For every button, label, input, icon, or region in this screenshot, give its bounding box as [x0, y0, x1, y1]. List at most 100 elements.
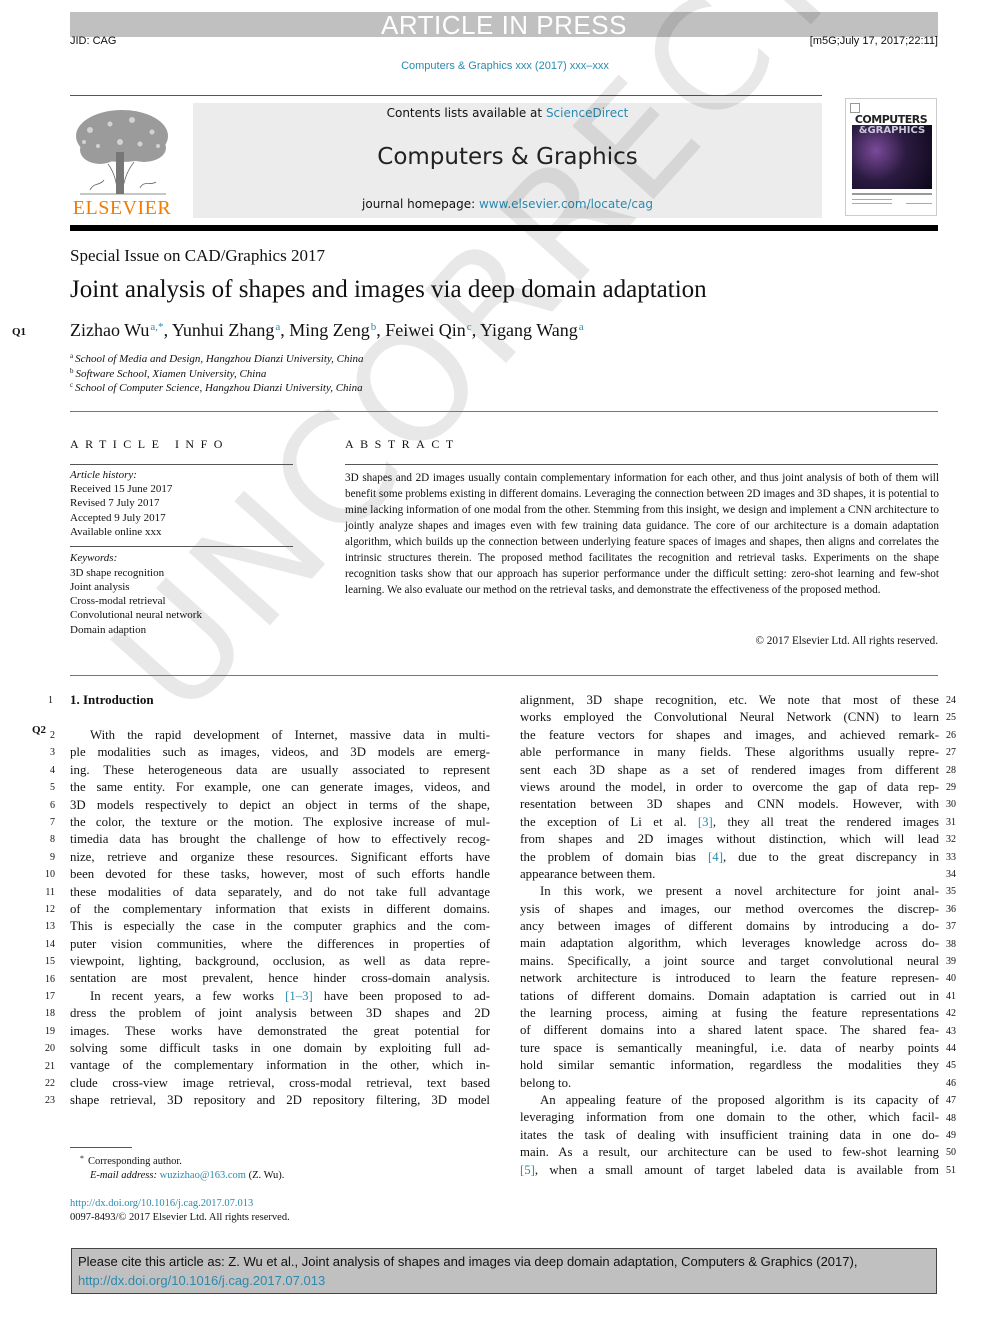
line-number: 1 [48, 695, 53, 706]
line-number: 19 [45, 1025, 55, 1037]
section-heading: 1. Introduction [70, 692, 154, 707]
line-number: 46 [946, 1077, 956, 1089]
text-line: alignment, 3D shape recognition, etc. We… [520, 692, 939, 709]
email-label: E-mail address: [90, 1170, 160, 1181]
sciencedirect-link[interactable]: ScienceDirect [546, 106, 628, 120]
divider [70, 411, 938, 412]
text-line: ture space is semantically meaningful, i… [520, 1040, 939, 1057]
corresponding-author-note: * Corresponding author. [80, 1154, 182, 1167]
author-affil-link[interactable]: a,* [150, 321, 163, 333]
text-line: With the rapid development of Internet, … [70, 727, 490, 744]
line-number: 9 [50, 851, 55, 863]
text-line: been devoted for these tasks, however, m… [70, 866, 490, 883]
line-text: ture space is semantically meaningful, i… [520, 1040, 939, 1055]
author: Yunhui Zhanga, [172, 320, 289, 340]
cite-doi-link[interactable]: http://dx.doi.org/10.1016/j.cag.2017.07.… [78, 1273, 325, 1288]
footnote-mark: * [80, 1154, 84, 1163]
line-number: 26 [946, 729, 956, 741]
line-number: 6 [50, 799, 55, 811]
author: Ming Zengb, [289, 320, 385, 340]
affiliation-text: Software School, Xiamen University, Chin… [75, 368, 267, 380]
line-text: An appealing feature of the proposed alg… [540, 1092, 939, 1107]
text-line: of different domains into a shared laten… [520, 1022, 939, 1039]
line-number: 23 [45, 1095, 55, 1107]
text-line: the color, the texture or the motion. Th… [70, 814, 490, 831]
line-number: 51 [946, 1164, 956, 1176]
text-line: clude cross-view image retrieval, cross-… [70, 1075, 490, 1092]
text-line: dress the problem of joint analysis betw… [70, 1005, 490, 1022]
keywords-label: Keywords: [70, 552, 118, 564]
citation-link[interactable]: [3] [698, 815, 713, 829]
line-text: the same entity. For example, one can ge… [70, 780, 490, 795]
affiliation-b: b Software School, Xiamen University, Chi… [70, 367, 266, 380]
line-text: sent each 3D shape as a set of rendered … [520, 762, 939, 777]
line-number: 27 [946, 747, 956, 759]
line-number: 41 [946, 990, 956, 1002]
citation-link[interactable]: [4] [708, 850, 723, 864]
masthead-rule [70, 95, 822, 96]
line-number: 24 [946, 695, 956, 706]
footnote-text: Corresponding author. [88, 1156, 182, 1167]
line-text: images. These works have demonstrated th… [70, 1023, 490, 1038]
affiliation-key: a [70, 352, 74, 360]
citation-link[interactable]: [1–3] [285, 989, 313, 1003]
divider [70, 675, 938, 676]
cover-artwork: &GRAPHICS [852, 125, 932, 189]
build-stamp: [m5G;July 17, 2017;22:11] [809, 35, 938, 47]
line-text: network architecture is introduced to le… [520, 971, 939, 986]
text-line: An appealing feature of the proposed alg… [520, 1092, 939, 1109]
line-number: 11 [45, 886, 55, 898]
line-number: 16 [45, 973, 55, 985]
text-line: tations of different domains. Domain ada… [520, 988, 939, 1005]
keyword: Convolutional neural network [70, 609, 202, 621]
author-name: Yigang Wang [480, 320, 578, 340]
line-text: the exception of Li et al. [520, 814, 698, 829]
line-text: nize, retrieve and organize these resour… [70, 849, 490, 864]
line-number: 13 [45, 921, 55, 933]
text-line: the feature vectors for shapes and image… [520, 727, 939, 744]
author-affil-link[interactable]: a [579, 321, 584, 333]
email-link[interactable]: wuzizhao@163.com [160, 1170, 246, 1181]
line-text: dress the problem of joint analysis betw… [70, 1006, 490, 1021]
journal-reference[interactable]: Computers & Graphics xxx (2017) xxx–xxx [0, 60, 992, 72]
line-number: 10 [45, 869, 55, 881]
line-text: the learning process, aiming at fusing t… [520, 1006, 939, 1021]
line-text: resentation between 3D shapes and CNN mo… [520, 797, 939, 812]
line-text: In recent years, a few works [90, 988, 286, 1003]
line-number: 47 [946, 1095, 956, 1107]
text-line: the exception of Li et al. [3], they all… [520, 814, 939, 831]
line-number: 43 [946, 1025, 956, 1037]
line-number: 15 [45, 956, 55, 968]
keyword: Joint analysis [70, 581, 130, 593]
author-sep: , [280, 320, 290, 340]
line-number: 45 [946, 1060, 956, 1072]
text-line: In recent years, a few works [1–3] have … [70, 988, 490, 1005]
line-number: 7 [50, 817, 55, 828]
doi-link[interactable]: http://dx.doi.org/10.1016/j.cag.2017.07.… [70, 1198, 253, 1209]
line-text: shape retrieval, 3D repository and 2D re… [70, 1093, 490, 1108]
query-mark-q1[interactable]: Q1 [12, 326, 26, 338]
text-line: from shapes and 2D images without distin… [520, 831, 939, 848]
line-text: sentation are most prevalent, hence hind… [70, 971, 490, 986]
text-line: itates the task of dealing with insuffic… [520, 1127, 939, 1144]
text-line: viewpoint, lighting, background, occlusi… [70, 953, 490, 970]
line-text: appearance between them. [520, 866, 656, 881]
text-line: puter vision communities, where the diff… [70, 936, 490, 953]
text-line: the same entity. For example, one can ge… [70, 779, 490, 796]
line-text: tations of different domains. Domain ada… [520, 988, 939, 1003]
line-number: 48 [946, 1112, 956, 1124]
citation-link[interactable]: [5] [520, 1163, 535, 1177]
author-name: Zizhao Wu [70, 320, 150, 340]
author-name: Feiwei Qin [385, 320, 466, 340]
line-text: the problem of domain bias [520, 849, 709, 864]
divider [70, 546, 293, 547]
text-line: these modalities of data separately, and… [70, 884, 490, 901]
line-number: 33 [946, 851, 956, 863]
line-text: 3D models respectively to depict an obje… [70, 797, 490, 812]
elsevier-logo[interactable]: ELSEVIER [70, 102, 174, 219]
homepage-link[interactable]: www.elsevier.com/locate/cag [479, 197, 653, 211]
journal-cover-thumbnail[interactable]: COMPUTERS &GRAPHICS [845, 98, 937, 216]
text-line: belong to. [520, 1075, 939, 1092]
text-line: main. As a result, our architecture can … [520, 1144, 939, 1161]
contents-line: Contents lists available at ScienceDirec… [193, 106, 822, 120]
